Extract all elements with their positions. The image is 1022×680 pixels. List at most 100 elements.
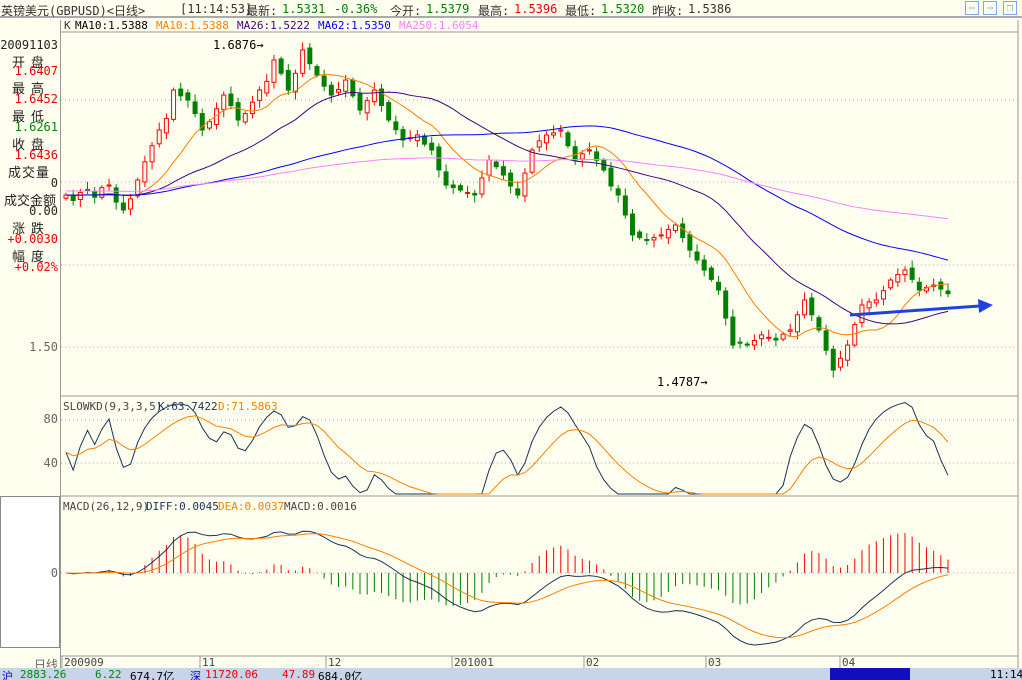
sh-index: 2883.26 bbox=[20, 668, 67, 680]
kd-k-line bbox=[65, 401, 949, 495]
candle-up bbox=[221, 94, 227, 111]
info-volume-label: 成交量 bbox=[8, 166, 51, 181]
candle-down bbox=[328, 84, 334, 96]
candle-up bbox=[759, 334, 765, 340]
candle-up bbox=[558, 129, 564, 132]
candle-up bbox=[751, 340, 757, 346]
candle-up bbox=[156, 129, 162, 145]
candle-up bbox=[242, 113, 248, 123]
candle-down bbox=[694, 251, 700, 261]
candle-up bbox=[479, 177, 485, 195]
kd-tick-40: 40 bbox=[43, 456, 58, 470]
candle-down bbox=[909, 267, 915, 280]
macd-legend-macd: MACD:0.0016 bbox=[284, 500, 357, 513]
month-label: 11 bbox=[202, 656, 215, 668]
candle-up bbox=[837, 357, 843, 368]
candle-down bbox=[386, 102, 392, 121]
candle-down bbox=[185, 92, 191, 101]
candle-up bbox=[171, 89, 177, 120]
candle-down bbox=[701, 259, 707, 271]
candle-down bbox=[716, 281, 722, 291]
candle-down bbox=[565, 132, 571, 147]
candle-down bbox=[350, 79, 356, 97]
info-panel: 20091103 开盘 1.6407 最高 1.6452 最低 1.6261 收… bbox=[0, 20, 61, 672]
candle-up bbox=[249, 101, 255, 115]
candle-down bbox=[285, 69, 291, 91]
candle-up bbox=[880, 290, 886, 300]
candle-down bbox=[228, 93, 234, 106]
sh-amount: 674.7亿 bbox=[130, 670, 175, 680]
info-volume: 0 bbox=[50, 176, 58, 190]
ma62-line bbox=[65, 125, 949, 261]
candle-up bbox=[651, 237, 657, 241]
candle-down bbox=[85, 189, 91, 192]
candle-up bbox=[579, 153, 585, 160]
month-label: 04 bbox=[842, 656, 856, 668]
sh-change: 6.22 bbox=[95, 668, 122, 680]
info-open: 1.6407 bbox=[14, 64, 58, 78]
candle-down bbox=[730, 316, 736, 346]
candle-up bbox=[536, 140, 542, 148]
candle-up bbox=[794, 314, 800, 333]
candle-down bbox=[457, 185, 463, 191]
candle-up bbox=[895, 274, 901, 283]
ticker-box bbox=[830, 668, 910, 680]
candle-down bbox=[192, 101, 198, 115]
candle-up bbox=[106, 184, 112, 187]
candle-down bbox=[307, 47, 313, 65]
candle-up bbox=[163, 117, 169, 134]
ma250-line bbox=[65, 157, 949, 220]
info-date: 20091103 bbox=[0, 38, 58, 52]
candle-up bbox=[264, 80, 270, 94]
candle-up bbox=[873, 299, 879, 304]
kd-legend-d: D:71.5863 bbox=[218, 400, 278, 413]
candle-down bbox=[809, 297, 815, 316]
info-change: +0.0030 bbox=[7, 232, 58, 246]
sh-label: 沪 bbox=[2, 670, 13, 680]
candle-up bbox=[902, 269, 908, 276]
candle-up bbox=[586, 149, 592, 152]
candle-down bbox=[644, 238, 650, 241]
chart-canvas[interactable]: K MA10:1.5388 MA10:1.5388 MA26:1.5222 MA62:1… bbox=[0, 0, 1022, 668]
candle-down bbox=[608, 167, 614, 187]
ma26-line bbox=[65, 91, 949, 325]
candle-up bbox=[866, 301, 872, 309]
month-label: 02 bbox=[586, 656, 599, 668]
legend-ma10a: MA10:1.5388 bbox=[75, 19, 148, 32]
info-close: 1.6436 bbox=[14, 148, 58, 162]
candle-up bbox=[142, 161, 148, 183]
month-label: 201001 bbox=[454, 656, 494, 668]
info-low: 1.6261 bbox=[14, 120, 58, 134]
candle-down bbox=[357, 93, 363, 111]
candle-down bbox=[687, 234, 693, 251]
candle-up bbox=[673, 224, 679, 231]
sz-label: 深 bbox=[190, 670, 201, 680]
candle-up bbox=[522, 172, 528, 197]
candle-up bbox=[364, 100, 370, 114]
candle-down bbox=[708, 267, 714, 280]
kd-legend-name: SLOWKD(9,3,3,5) bbox=[63, 400, 162, 413]
candle-down bbox=[120, 202, 126, 211]
candle-up bbox=[766, 336, 772, 339]
candle-down bbox=[178, 88, 184, 97]
candle-down bbox=[422, 135, 428, 145]
candle-down bbox=[916, 281, 922, 291]
candle-down bbox=[823, 330, 829, 351]
candle-up bbox=[852, 323, 858, 346]
candle-up bbox=[371, 89, 377, 103]
candle-down bbox=[622, 195, 628, 216]
candle-down bbox=[945, 290, 951, 295]
candle-up bbox=[465, 191, 471, 194]
legend-ma62: MA62:1.5350 bbox=[318, 19, 391, 32]
legend-ma26: MA26:1.5222 bbox=[237, 19, 310, 32]
candle-down bbox=[278, 58, 284, 74]
candle-up bbox=[149, 145, 155, 163]
candle-down bbox=[393, 121, 399, 131]
trend-arrow-head-icon bbox=[978, 299, 993, 313]
legend-ma10b: MA10:1.5388 bbox=[156, 19, 229, 32]
status-bar: 沪 2883.26 6.22 674.7亿 深 11720.06 47.89 6… bbox=[0, 668, 1022, 680]
macd-legend-diff: DIFF:0.0045 bbox=[146, 500, 219, 513]
candle-down bbox=[429, 142, 435, 151]
candle-down bbox=[572, 146, 578, 161]
candle-down bbox=[314, 66, 320, 76]
